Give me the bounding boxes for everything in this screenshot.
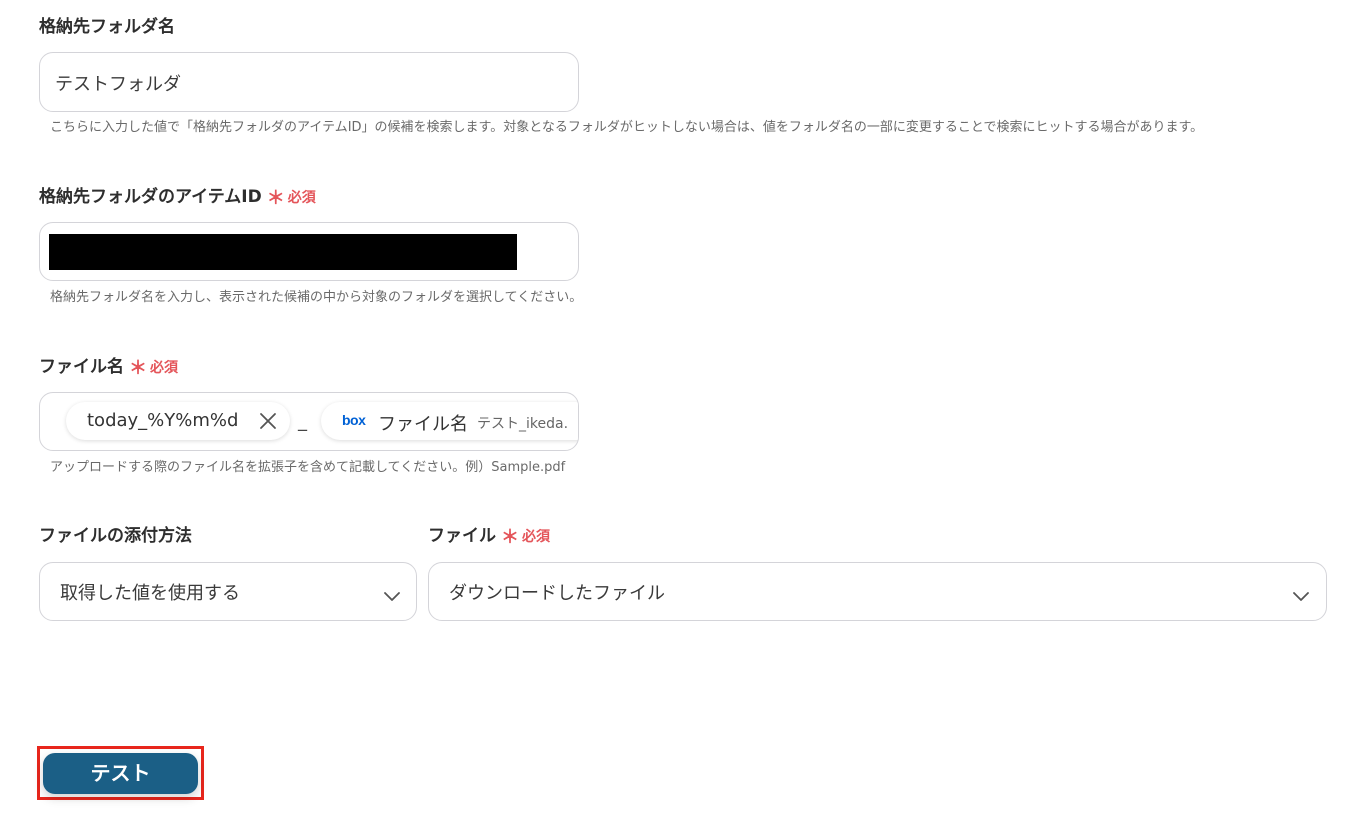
attach-method-value: 取得した値を使用する xyxy=(60,583,240,604)
required-asterisk: ＊ xyxy=(501,527,519,548)
redacted-value xyxy=(49,234,517,270)
required-asterisk: ＊ xyxy=(129,358,147,379)
file-select[interactable]: ダウンロードしたファイル xyxy=(428,562,1327,621)
required-text: 必須 xyxy=(150,360,178,376)
attach-method-select[interactable]: 取得した値を使用する xyxy=(39,562,417,621)
date-chip[interactable]: today_%Y%m%d xyxy=(66,402,290,440)
required-text: 必須 xyxy=(522,529,550,545)
required-badge: ＊必須 xyxy=(129,358,178,379)
file-name-label-text: ファイル名 xyxy=(39,357,124,377)
required-asterisk: ＊ xyxy=(266,188,285,209)
file-label: ファイル＊必須 xyxy=(428,525,550,548)
file-name-label: ファイル名＊必須 xyxy=(39,356,178,379)
required-text: 必須 xyxy=(287,190,316,206)
folder-item-id-hint: 格納先フォルダ名を入力し、表示された候補の中から対象のフォルダを選択してください… xyxy=(50,290,583,305)
box-logo-icon: box xyxy=(342,412,366,428)
folder-name-value: テストフォルダ xyxy=(55,74,181,95)
required-badge: ＊必須 xyxy=(266,188,316,209)
chevron-down-icon xyxy=(1293,587,1309,606)
file-value: ダウンロードしたファイル xyxy=(449,583,665,604)
box-filename-label: ファイル名 xyxy=(378,414,468,435)
file-name-input[interactable]: today_%Y%m%d _ box ファイル名 テスト_ikeda. xyxy=(39,392,579,451)
box-filename-value: テスト_ikeda. xyxy=(477,416,569,432)
file-name-hint: アップロードする際のファイル名を拡張子を含めて記載してください。例）Sample… xyxy=(50,460,566,475)
box-filename-chip[interactable]: box ファイル名 テスト_ikeda. xyxy=(321,402,578,440)
folder-item-id-label-text: 格納先フォルダのアイテムID xyxy=(39,187,262,207)
attach-method-label: ファイルの添付方法 xyxy=(39,526,192,546)
separator-text: _ xyxy=(298,411,307,432)
date-chip-text: today_%Y%m%d xyxy=(87,410,239,431)
folder-name-label: 格納先フォルダ名 xyxy=(39,17,175,37)
folder-name-input[interactable]: テストフォルダ xyxy=(39,52,579,112)
required-badge: ＊必須 xyxy=(501,527,550,548)
folder-item-id-label: 格納先フォルダのアイテムID ＊必須 xyxy=(39,186,316,209)
test-button[interactable]: テスト xyxy=(43,753,198,794)
folder-name-hint: こちらに入力した値で「格納先フォルダのアイテムID」の候補を検索します。対象とな… xyxy=(50,120,1204,135)
folder-item-id-input[interactable] xyxy=(39,222,579,281)
close-icon[interactable] xyxy=(259,412,277,430)
chevron-down-icon xyxy=(384,587,400,606)
file-label-text: ファイル xyxy=(428,526,496,546)
